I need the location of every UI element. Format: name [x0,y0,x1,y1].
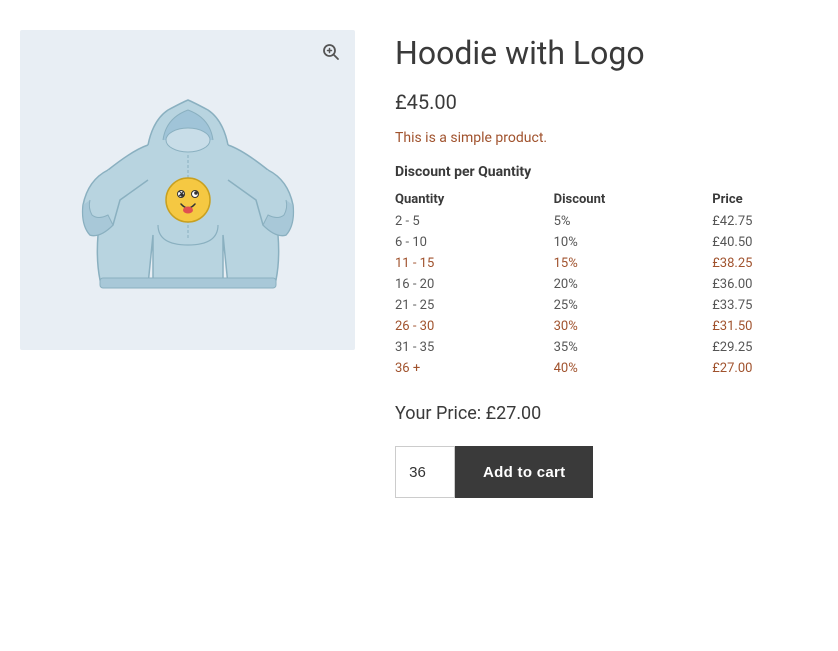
cell-discount: 40% [554,358,713,379]
product-title: Hoodie with Logo [395,34,818,72]
product-price: £45.00 [395,90,818,114]
cell-discount: 15% [554,253,713,274]
cell-quantity: 21 - 25 [395,295,554,316]
cell-quantity: 11 - 15 [395,253,554,274]
cell-discount: 20% [554,274,713,295]
col-header-discount: Discount [554,188,713,211]
cell-quantity: 31 - 35 [395,337,554,358]
cell-price: £29.25 [712,337,818,358]
product-image [78,60,298,320]
cell-price: £27.00 [712,358,818,379]
table-row: 36 +40%£27.00 [395,358,818,379]
quantity-input[interactable] [395,446,455,498]
cell-price: £33.75 [712,295,818,316]
product-image-container [20,30,355,350]
your-price: Your Price: £27.00 [395,403,818,424]
table-row: 2 - 55%£42.75 [395,211,818,232]
cell-quantity: 6 - 10 [395,232,554,253]
cell-discount: 25% [554,295,713,316]
zoom-icon[interactable] [319,40,343,64]
table-row: 6 - 1010%£40.50 [395,232,818,253]
cell-discount: 10% [554,232,713,253]
cell-quantity: 36 + [395,358,554,379]
product-description: This is a simple product. [395,130,818,146]
col-header-price: Price [712,188,818,211]
table-row: 16 - 2020%£36.00 [395,274,818,295]
cell-discount: 35% [554,337,713,358]
cell-price: £31.50 [712,316,818,337]
cell-discount: 30% [554,316,713,337]
table-row: 26 - 3030%£31.50 [395,316,818,337]
table-row: 21 - 2525%£33.75 [395,295,818,316]
cell-price: £40.50 [712,232,818,253]
add-to-cart-row: Add to cart [395,446,818,498]
cell-discount: 5% [554,211,713,232]
cell-quantity: 26 - 30 [395,316,554,337]
product-layout: Hoodie with Logo £45.00 This is a simple… [20,20,818,498]
product-details: Hoodie with Logo £45.00 This is a simple… [395,30,818,498]
cell-quantity: 16 - 20 [395,274,554,295]
discount-section-label: Discount per Quantity [395,164,818,180]
add-to-cart-button[interactable]: Add to cart [455,446,593,498]
cell-price: £38.25 [712,253,818,274]
table-row: 11 - 1515%£38.25 [395,253,818,274]
cell-price: £42.75 [712,211,818,232]
discount-table: Quantity Discount Price 2 - 55%£42.756 -… [395,188,818,379]
col-header-quantity: Quantity [395,188,554,211]
table-row: 31 - 3535%£29.25 [395,337,818,358]
cell-price: £36.00 [712,274,818,295]
cell-quantity: 2 - 5 [395,211,554,232]
